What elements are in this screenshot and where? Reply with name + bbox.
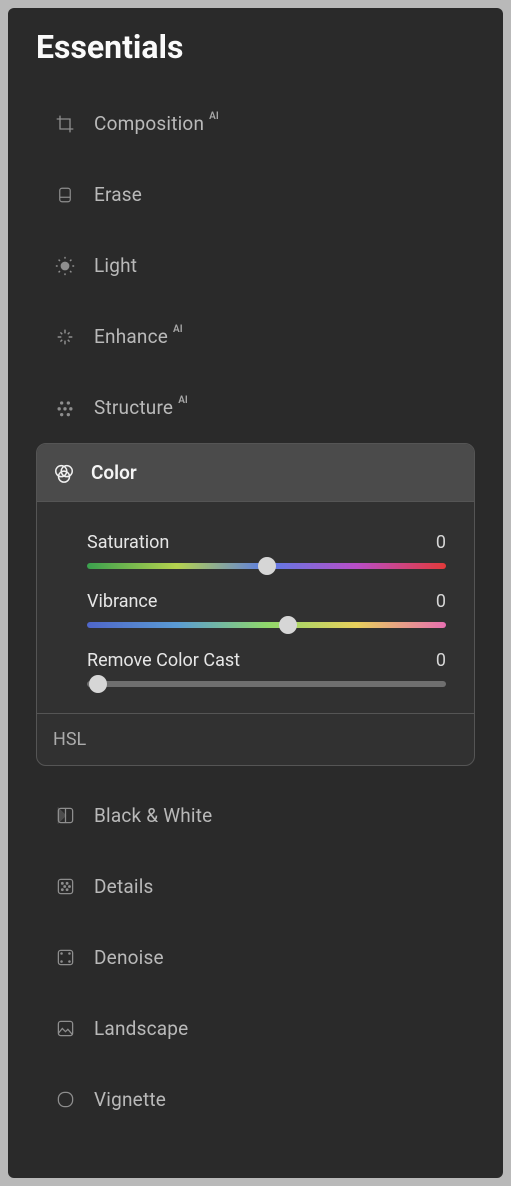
- tool-list: Composition AI Erase Light: [8, 88, 503, 1135]
- tool-denoise[interactable]: Denoise: [8, 922, 503, 993]
- erase-icon: [54, 184, 76, 206]
- sun-icon: [54, 255, 76, 277]
- tool-structure[interactable]: Structure AI: [8, 372, 503, 443]
- tool-label: Vignette: [94, 1088, 166, 1111]
- landscape-icon: [54, 1018, 76, 1040]
- ai-badge: AI: [209, 111, 219, 122]
- color-venn-icon: [53, 462, 75, 484]
- slider-label: Vibrance: [87, 591, 157, 612]
- hsl-label: HSL: [53, 729, 86, 750]
- crop-icon: [54, 113, 76, 135]
- sparkle-icon: [54, 326, 76, 348]
- tool-details[interactable]: Details: [8, 851, 503, 922]
- tool-label: Details: [94, 875, 154, 898]
- slider-value: 0: [436, 650, 446, 671]
- slider-track[interactable]: [87, 681, 446, 687]
- tool-landscape[interactable]: Landscape: [8, 993, 503, 1064]
- slider-remove-color-cast[interactable]: Remove Color Cast 0: [87, 650, 446, 687]
- tool-black-white[interactable]: Black & White: [8, 780, 503, 851]
- denoise-icon: [54, 947, 76, 969]
- slider-label: Saturation: [87, 532, 169, 553]
- tool-label: Landscape: [94, 1017, 188, 1040]
- tool-light[interactable]: Light: [8, 230, 503, 301]
- dots-icon: [54, 397, 76, 419]
- bw-icon: [54, 805, 76, 827]
- tool-enhance[interactable]: Enhance AI: [8, 301, 503, 372]
- tool-label: Color: [91, 461, 137, 484]
- slider-thumb[interactable]: [89, 675, 107, 693]
- slider-value: 0: [436, 591, 446, 612]
- panel-title: Essentials: [8, 26, 503, 88]
- slider-thumb[interactable]: [279, 616, 297, 634]
- color-sliders: Saturation 0 Vibrance 0: [37, 502, 474, 713]
- essentials-panel: Essentials Composition AI Erase: [8, 8, 503, 1178]
- tool-color-header[interactable]: Color: [37, 444, 474, 502]
- slider-thumb[interactable]: [258, 557, 276, 575]
- ai-badge: AI: [173, 324, 183, 335]
- tool-label: Structure: [94, 396, 173, 419]
- tool-composition[interactable]: Composition AI: [8, 88, 503, 159]
- vignette-icon: [54, 1089, 76, 1111]
- tool-label: Black & White: [94, 804, 212, 827]
- tool-label: Composition: [94, 112, 204, 135]
- tool-vignette[interactable]: Vignette: [8, 1064, 503, 1135]
- tool-label: Light: [94, 254, 137, 277]
- tool-label: Denoise: [94, 946, 164, 969]
- tool-label: Enhance: [94, 325, 168, 348]
- ai-badge: AI: [178, 395, 188, 406]
- tool-erase[interactable]: Erase: [8, 159, 503, 230]
- slider-vibrance[interactable]: Vibrance 0: [87, 591, 446, 628]
- tool-label: Erase: [94, 183, 142, 206]
- color-hsl-row[interactable]: HSL: [37, 713, 474, 765]
- slider-value: 0: [436, 532, 446, 553]
- slider-saturation[interactable]: Saturation 0: [87, 532, 446, 569]
- slider-track[interactable]: [87, 622, 446, 628]
- tool-color-card: Color Saturation 0 Vibrance 0: [36, 443, 475, 766]
- details-icon: [54, 876, 76, 898]
- slider-label: Remove Color Cast: [87, 650, 240, 671]
- slider-track[interactable]: [87, 563, 446, 569]
